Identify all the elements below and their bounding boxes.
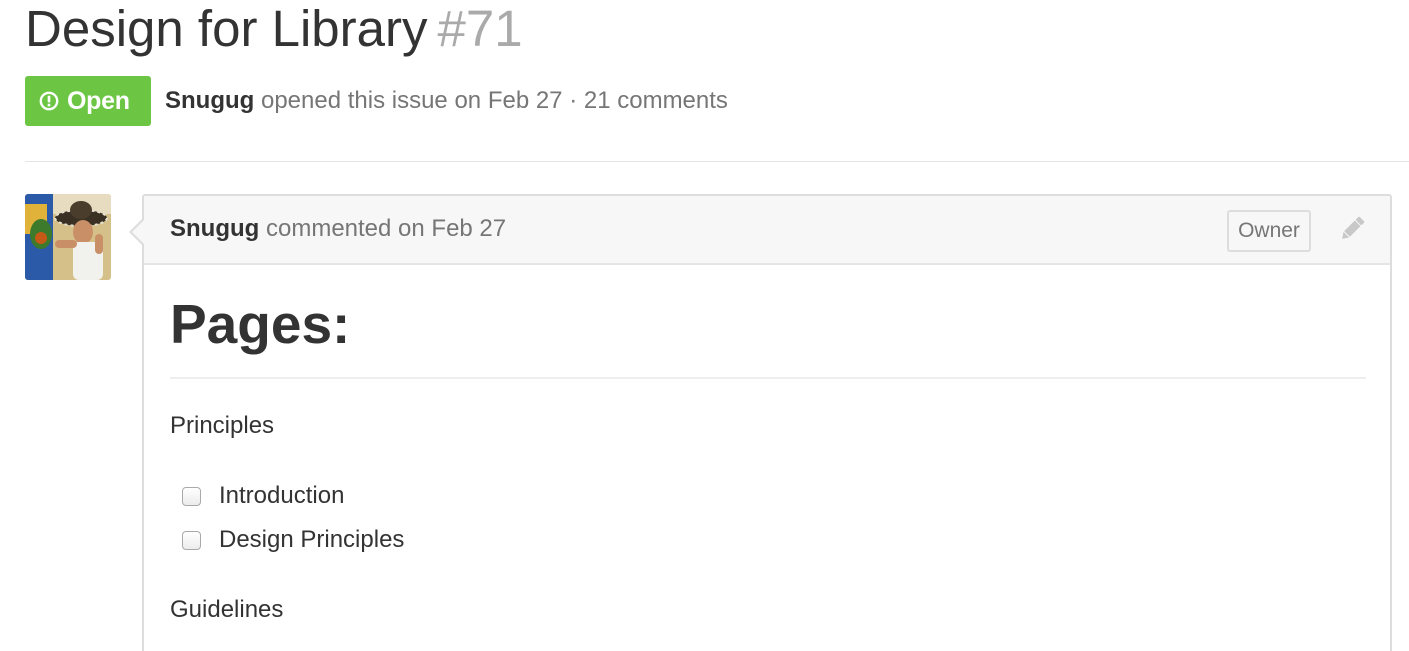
avatar[interactable] xyxy=(25,194,111,280)
heading-divider xyxy=(170,377,1366,379)
issue-meta: Open Snugug opened this issue on Feb 27 … xyxy=(25,76,728,126)
pencil-icon xyxy=(1342,216,1365,239)
comment-box: Snugug commented on Feb 27 Owner Pages: … xyxy=(129,194,1392,651)
owner-label: Owner xyxy=(1227,210,1311,252)
section-label-guidelines: Guidelines xyxy=(170,596,284,623)
task-checkbox[interactable] xyxy=(182,530,201,550)
task-checkbox[interactable] xyxy=(182,486,201,506)
issue-page: Design for Library #71 Open Snugug opened… xyxy=(0,0,1409,651)
header-divider xyxy=(25,161,1409,162)
edit-comment-button[interactable] xyxy=(1337,214,1367,244)
task-item-introduction: Introduction xyxy=(182,481,344,511)
comment-author-link[interactable]: Snugug xyxy=(170,215,259,242)
comment-header-text: Snugug commented on Feb 27 xyxy=(170,196,506,262)
section-label-principles: Principles xyxy=(170,412,275,439)
comment-timestamp-link[interactable]: commented on Feb 27 xyxy=(266,215,506,242)
state-badge-open: Open xyxy=(25,76,151,126)
task-item-design-principles: Design Principles xyxy=(182,525,404,555)
issue-meta-suffix: opened this issue on Feb 27 · 21 comment… xyxy=(260,87,728,114)
issue-meta-text: Snugug opened this issue on Feb 27 · 21 … xyxy=(165,87,728,115)
comment-header: Snugug commented on Feb 27 Owner xyxy=(144,196,1390,265)
issue-author-link[interactable]: Snugug xyxy=(165,87,254,114)
comment-pointer-fill xyxy=(132,220,144,244)
avatar-image xyxy=(25,194,111,280)
issue-opened-icon xyxy=(39,91,59,111)
issue-title: Design for Library xyxy=(25,0,428,57)
task-label: Introduction xyxy=(219,482,345,509)
body-heading: Pages: xyxy=(170,293,351,355)
issue-number: #71 xyxy=(437,0,523,57)
task-label: Design Principles xyxy=(219,526,405,553)
issue-title-line: Design for Library #71 xyxy=(25,0,523,60)
state-label: Open xyxy=(67,86,130,115)
